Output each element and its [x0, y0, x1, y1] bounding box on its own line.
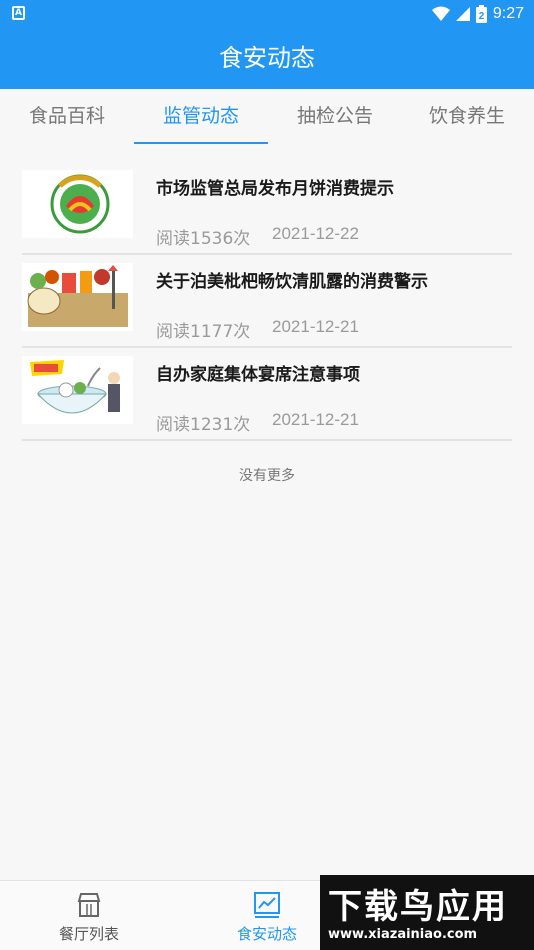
news-item[interactable]: 市场监管总局发布月饼消费提示 阅读1536次 2021-12-22	[22, 162, 512, 255]
status-bar: A 2 9:27	[0, 0, 534, 28]
nav-label: 食安动态	[236, 925, 297, 943]
news-thumbnail	[22, 263, 133, 331]
notification-a-icon: A	[12, 6, 25, 20]
active-tab-indicator	[134, 142, 268, 144]
app-bar: 食安动态	[0, 28, 534, 89]
news-title: 市场监管总局发布月饼消费提示	[156, 179, 394, 199]
news-item[interactable]: 自办家庭集体宴席注意事项 阅读1231次 2021-12-21	[22, 348, 512, 441]
news-item[interactable]: 关于泊美枇杷畅饮清肌露的消费警示 阅读1177次 2021-12-21	[22, 255, 512, 348]
no-more-text: 没有更多	[239, 468, 295, 484]
nav-label: 餐厅列表	[58, 925, 119, 943]
restaurant-icon	[77, 893, 101, 917]
page-title: 食安动态	[219, 44, 315, 72]
watermark-title: 下载鸟应用	[328, 887, 508, 927]
news-date: 2021-12-21	[272, 410, 359, 429]
news-date: 2021-12-21	[272, 317, 359, 336]
news-thumbnail	[22, 170, 133, 238]
food-safety-logo-icon	[22, 170, 133, 238]
battery-level-text: 2	[479, 11, 485, 22]
watermark-logo: 下载鸟应用 www.xiazainiao.com	[320, 875, 534, 950]
nav-food-safety-news[interactable]: 食安动态	[207, 881, 327, 950]
status-icons: 2 9:27	[431, 3, 524, 25]
signal-icon	[455, 7, 470, 21]
news-date: 2021-12-22	[272, 224, 359, 243]
banquet-cartoon-icon	[22, 356, 133, 424]
nav-restaurant-list[interactable]: 餐厅列表	[29, 881, 149, 950]
battery-icon: 2	[475, 5, 487, 23]
news-thumbnail	[22, 356, 133, 424]
news-read-count: 阅读1536次	[156, 229, 251, 249]
watermark-url: www.xiazainiao.com	[328, 927, 478, 942]
news-read-count: 阅读1177次	[156, 322, 251, 342]
news-title: 关于泊美枇杷畅饮清肌露的消费警示	[156, 272, 428, 292]
news-read-count: 阅读1231次	[156, 415, 251, 435]
tab-regulatory-news[interactable]: 监管动态	[134, 89, 268, 145]
tab-bar: 食品百科 监管动态 抽检公告 饮食养生	[0, 89, 534, 145]
tab-inspection-notices[interactable]: 抽检公告	[268, 89, 402, 145]
wifi-icon	[431, 6, 450, 21]
clock-time: 9:27	[492, 5, 524, 22]
tab-diet-health[interactable]: 饮食养生	[400, 89, 534, 145]
tab-food-encyclopedia[interactable]: 食品百科	[0, 89, 134, 145]
chart-icon	[254, 892, 280, 918]
news-title: 自办家庭集体宴席注意事项	[156, 365, 360, 385]
news-list: 市场监管总局发布月饼消费提示 阅读1536次 2021-12-22 关于泊美枇杷…	[22, 162, 512, 441]
food-safety-cartoon-icon	[22, 263, 133, 331]
